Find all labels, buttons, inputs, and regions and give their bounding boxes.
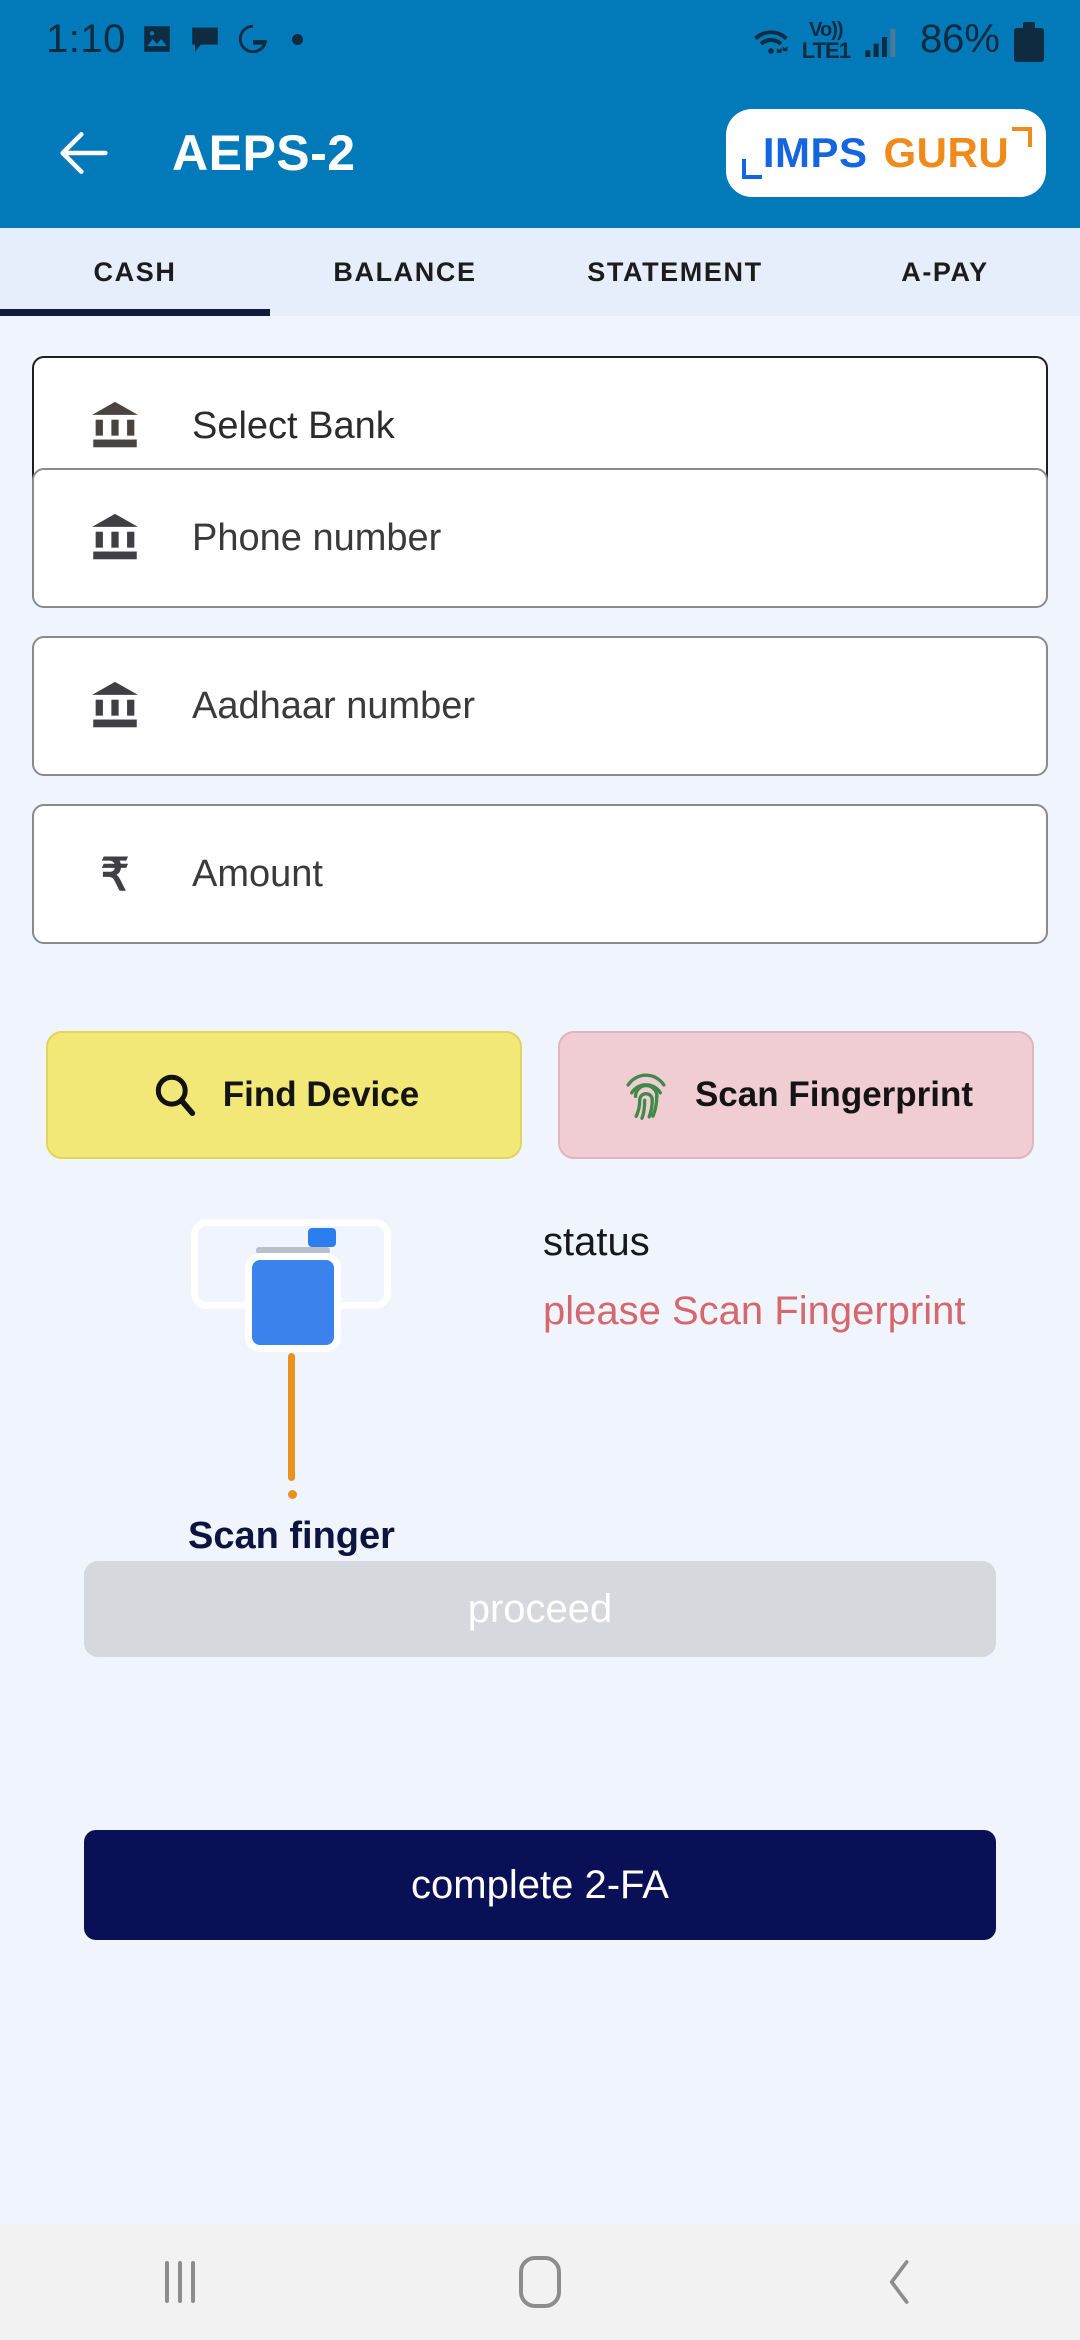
scanner-cable <box>288 1353 295 1481</box>
imps-guru-logo: IMPS GURU <box>726 109 1046 197</box>
google-icon <box>238 24 268 54</box>
system-navigation-bar <box>0 2224 1080 2340</box>
dot-icon <box>291 33 303 45</box>
back-icon <box>889 2260 909 2304</box>
scanner-indicator-dot <box>308 1228 336 1247</box>
tab-statement[interactable]: STATEMENT <box>540 228 810 316</box>
wifi-icon <box>754 29 788 54</box>
image-icon <box>139 22 170 52</box>
complete-2fa-button[interactable]: complete 2-FA <box>84 1830 996 1940</box>
recents-icon <box>165 2261 195 2303</box>
tab-apay-label: A-PAY <box>901 256 989 287</box>
tab-statement-label: STATEMENT <box>587 256 763 287</box>
logo-bracket-top-right <box>1012 127 1032 147</box>
home-button[interactable] <box>360 2256 720 2308</box>
search-icon <box>155 1074 195 1117</box>
tab-balance[interactable]: BALANCE <box>270 228 540 316</box>
phone-number-placeholder: Phone number <box>192 516 442 559</box>
bank-icon <box>82 505 148 571</box>
scan-finger-caption: Scan finger <box>188 1515 395 1557</box>
page-title: AEPS-2 <box>172 125 356 181</box>
scanner-pad <box>252 1260 334 1345</box>
logo-bracket-bottom-left <box>742 159 762 179</box>
tab-cash-label: CASH <box>93 256 177 287</box>
bank-icon <box>82 673 148 739</box>
logo-imps-text: IMPS <box>762 129 868 176</box>
bank-icon <box>82 393 148 459</box>
status-message: please Scan Fingerprint <box>543 1289 966 1333</box>
proceed-label: proceed <box>467 1586 613 1631</box>
scanner-status-area: Scan finger status please Scan Fingerpri… <box>0 1205 1080 1557</box>
status-block: status please Scan Fingerprint <box>543 1220 965 1334</box>
app-header: AEPS-2 IMPS GURU <box>0 78 1080 228</box>
aadhaar-number-placeholder: Aadhaar number <box>192 684 476 727</box>
scanner-pad-group <box>252 1247 334 1347</box>
logo-text: IMPS GURU <box>763 129 1009 177</box>
amount-field[interactable]: ₹ Amount <box>32 804 1048 944</box>
scanner-cable-end <box>288 1490 297 1499</box>
nav-back-button[interactable] <box>720 2256 1080 2308</box>
phone-number-field[interactable]: Phone number <box>32 468 1048 608</box>
logo-guru-text: GURU <box>883 129 1010 176</box>
tab-apay[interactable]: A-PAY <box>810 228 1080 316</box>
app-screen: 1:10 Vo)) LTE1 86% AEPS-2 IMPS GURU CASH… <box>0 0 1080 2340</box>
select-bank-label: Select Bank <box>192 404 395 447</box>
scanner-pad-bar <box>256 1247 330 1254</box>
action-button-row: Find Device Scan Fingerprint <box>46 1031 1034 1159</box>
svg-text:₹: ₹ <box>101 849 130 900</box>
rupee-icon: ₹ <box>82 841 148 907</box>
aadhaar-number-field[interactable]: Aadhaar number <box>32 636 1048 776</box>
status-title: status <box>543 1220 650 1264</box>
volte-icon: Vo)) LTE1 <box>801 18 851 63</box>
home-icon <box>519 2256 561 2308</box>
recents-button[interactable] <box>0 2261 360 2303</box>
complete-2fa-label: complete 2-FA <box>411 1862 669 1907</box>
status-bar-left: 1:10 <box>46 17 750 62</box>
tab-cash[interactable]: CASH <box>0 228 270 316</box>
amount-placeholder: Amount <box>192 852 323 895</box>
scan-fingerprint-button[interactable]: Scan Fingerprint <box>558 1031 1034 1159</box>
find-device-button[interactable]: Find Device <box>46 1031 522 1159</box>
status-bar: 1:10 Vo)) LTE1 86% <box>0 0 1080 78</box>
tab-bar: CASH BALANCE STATEMENT A-PAY <box>0 228 1080 316</box>
back-arrow-icon[interactable] <box>48 117 120 189</box>
scan-fingerprint-label: Scan Fingerprint <box>694 1075 974 1114</box>
message-icon <box>192 27 218 52</box>
proceed-button[interactable]: proceed <box>84 1561 996 1657</box>
tab-balance-label: BALANCE <box>333 256 477 287</box>
battery-icon <box>1014 21 1044 62</box>
battery-percent: 86% <box>919 16 1000 61</box>
fingerprint-icon <box>626 1073 666 1120</box>
signal-icon <box>865 28 896 57</box>
find-device-label: Find Device <box>222 1075 420 1114</box>
status-clock: 1:10 <box>46 16 126 61</box>
status-bar-right: Vo)) LTE1 86% <box>750 17 1044 62</box>
